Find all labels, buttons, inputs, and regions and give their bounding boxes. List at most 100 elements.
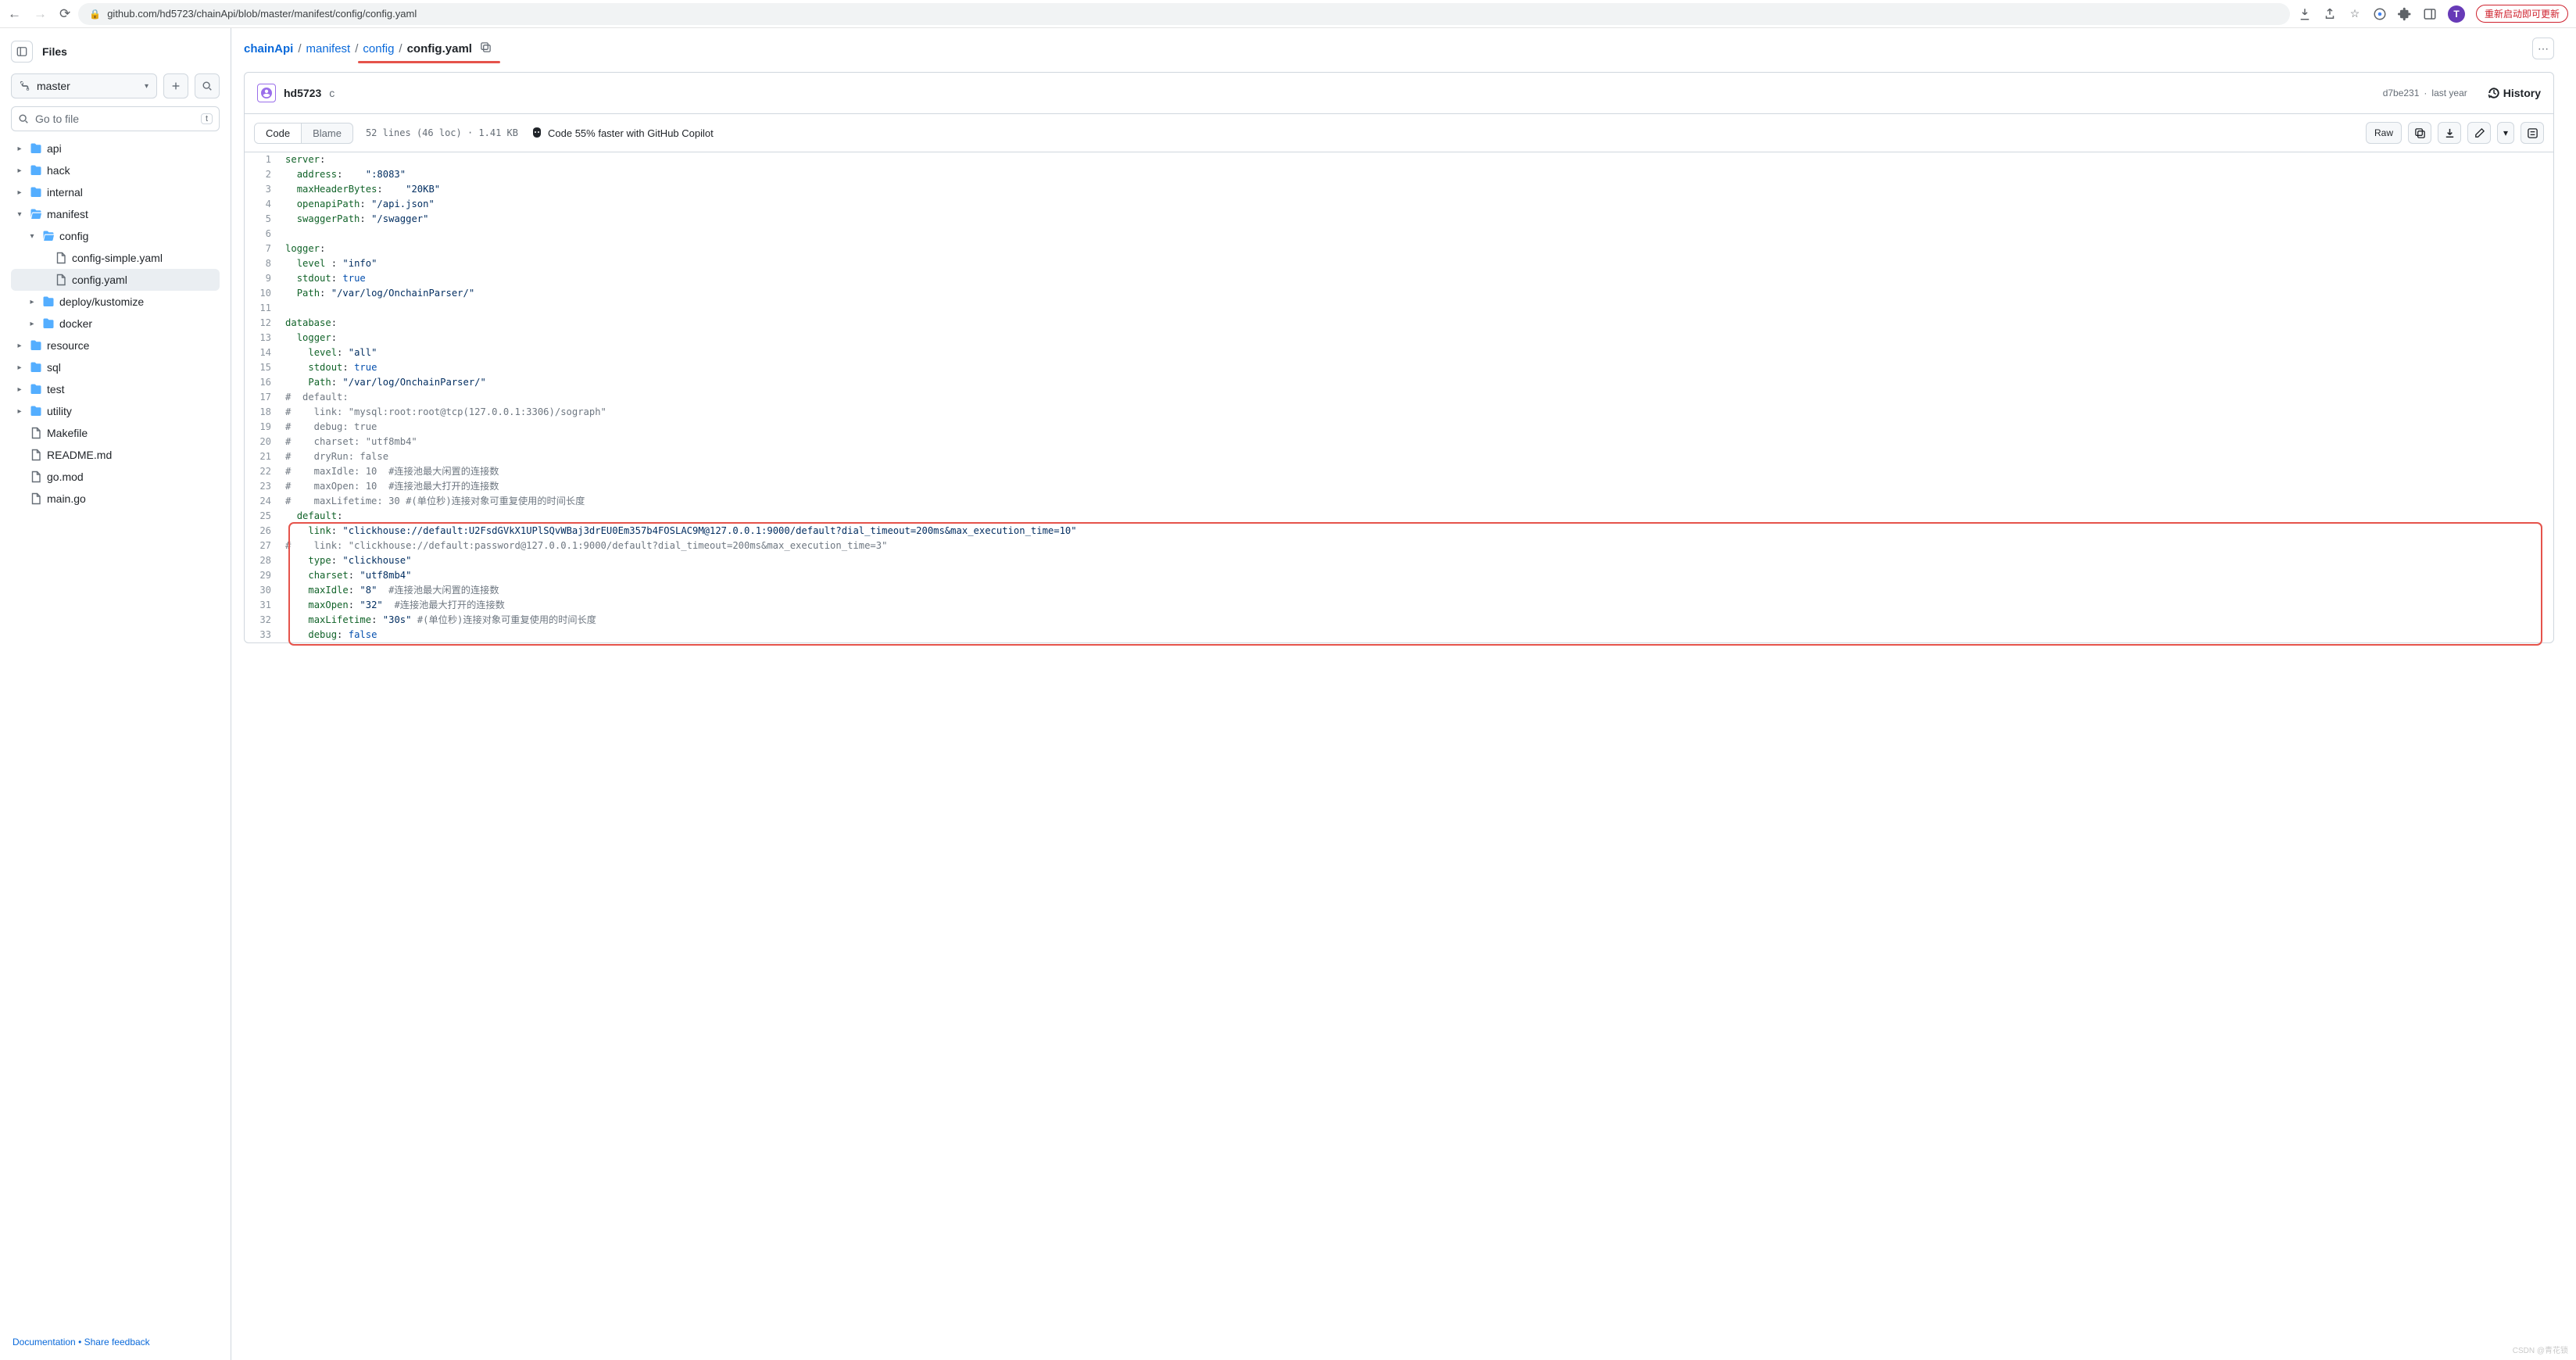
line-content[interactable]: # link: "clickhouse://default:password@1… [285, 539, 2553, 553]
copy-button[interactable] [2408, 122, 2431, 144]
line-number[interactable]: 15 [245, 360, 285, 375]
code-line[interactable]: 32 maxLifetime: "30s" #(单位秒)连接对象可重复使用的时间… [245, 613, 2553, 628]
code-line[interactable]: 29 charset: "utf8mb4" [245, 568, 2553, 583]
author-avatar[interactable] [257, 84, 276, 102]
line-number[interactable]: 26 [245, 524, 285, 539]
line-content[interactable]: stdout: true [285, 271, 2553, 286]
download-button[interactable] [2438, 122, 2461, 144]
line-content[interactable] [285, 301, 2553, 316]
copy-path-button[interactable] [480, 41, 492, 55]
line-content[interactable]: Path: "/var/log/OnchainParser/" [285, 286, 2553, 301]
line-number[interactable]: 27 [245, 539, 285, 553]
line-number[interactable]: 13 [245, 331, 285, 345]
code-line[interactable]: 2 address: ":8083" [245, 167, 2553, 182]
line-number[interactable]: 28 [245, 553, 285, 568]
update-pill[interactable]: 重新启动即可更新 [2476, 5, 2568, 23]
line-number[interactable]: 24 [245, 494, 285, 509]
line-number[interactable]: 25 [245, 509, 285, 524]
line-content[interactable]: # default: [285, 390, 2553, 405]
tree-folder[interactable]: ▾manifest [11, 203, 220, 225]
line-number[interactable]: 1 [245, 152, 285, 167]
line-number[interactable]: 32 [245, 613, 285, 628]
code-line[interactable]: 24# maxLifetime: 30 #(单位秒)连接对象可重复使用的时间长度 [245, 494, 2553, 509]
code-line[interactable]: 4 openapiPath: "/api.json" [245, 197, 2553, 212]
line-number[interactable]: 4 [245, 197, 285, 212]
code-line[interactable]: 3 maxHeaderBytes: "20KB" [245, 182, 2553, 197]
line-number[interactable]: 6 [245, 227, 285, 242]
line-content[interactable]: maxIdle: "8" #连接池最大闲置的连接数 [285, 583, 2553, 598]
code-line[interactable]: 16 Path: "/var/log/OnchainParser/" [245, 375, 2553, 390]
line-content[interactable]: charset: "utf8mb4" [285, 568, 2553, 583]
tree-folder[interactable]: ▸docker [11, 313, 220, 335]
code-line[interactable]: 22# maxIdle: 10 #连接池最大闲置的连接数 [245, 464, 2553, 479]
line-content[interactable]: maxHeaderBytes: "20KB" [285, 182, 2553, 197]
panel-icon[interactable] [2423, 7, 2437, 21]
history-button[interactable]: History [2488, 87, 2541, 99]
code-line[interactable]: 13 logger: [245, 331, 2553, 345]
tree-file[interactable]: config-simple.yaml [11, 247, 220, 269]
tree-folder[interactable]: ▸utility [11, 400, 220, 422]
line-content[interactable]: swaggerPath: "/swagger" [285, 212, 2553, 227]
line-content[interactable]: # maxOpen: 10 #连接池最大打开的连接数 [285, 479, 2553, 494]
line-number[interactable]: 7 [245, 242, 285, 256]
tree-file[interactable]: go.mod [11, 466, 220, 488]
code-line[interactable]: 27# link: "clickhouse://default:password… [245, 539, 2553, 553]
tree-folder[interactable]: ▸deploy/kustomize [11, 291, 220, 313]
line-number[interactable]: 2 [245, 167, 285, 182]
feedback-link[interactable]: Share feedback [84, 1337, 150, 1347]
line-content[interactable]: maxLifetime: "30s" #(单位秒)连接对象可重复使用的时间长度 [285, 613, 2553, 628]
line-number[interactable]: 33 [245, 628, 285, 642]
line-content[interactable]: logger: [285, 242, 2553, 256]
line-number[interactable]: 9 [245, 271, 285, 286]
line-content[interactable]: database: [285, 316, 2553, 331]
address-bar[interactable]: 🔒 github.com/hd5723/chainApi/blob/master… [78, 3, 2290, 25]
code-tab[interactable]: Code [255, 123, 302, 143]
commit-sha[interactable]: d7be231 [2383, 88, 2420, 98]
tree-folder[interactable]: ▸test [11, 378, 220, 400]
line-number[interactable]: 22 [245, 464, 285, 479]
line-content[interactable]: # maxIdle: 10 #连接池最大闲置的连接数 [285, 464, 2553, 479]
code-line[interactable]: 21# dryRun: false [245, 449, 2553, 464]
line-content[interactable]: address: ":8083" [285, 167, 2553, 182]
line-number[interactable]: 30 [245, 583, 285, 598]
code-line[interactable]: 12database: [245, 316, 2553, 331]
commit-message[interactable]: c [329, 87, 335, 99]
line-number[interactable]: 20 [245, 435, 285, 449]
copilot-promo[interactable]: Code 55% faster with GitHub Copilot [531, 127, 714, 139]
line-number[interactable]: 5 [245, 212, 285, 227]
forward-icon[interactable]: → [34, 7, 47, 20]
line-number[interactable]: 12 [245, 316, 285, 331]
line-number[interactable]: 21 [245, 449, 285, 464]
add-file-button[interactable] [163, 73, 188, 98]
install-icon[interactable] [2298, 7, 2312, 21]
line-content[interactable]: Path: "/var/log/OnchainParser/" [285, 375, 2553, 390]
go-to-file-input[interactable]: Go to file t [11, 106, 220, 131]
line-number[interactable]: 16 [245, 375, 285, 390]
line-number[interactable]: 14 [245, 345, 285, 360]
code-table[interactable]: 1server:2 address: ":8083"3 maxHeaderByt… [245, 152, 2553, 642]
code-line[interactable]: 19# debug: true [245, 420, 2553, 435]
code-line[interactable]: 7logger: [245, 242, 2553, 256]
line-number[interactable]: 19 [245, 420, 285, 435]
code-line[interactable]: 17# default: [245, 390, 2553, 405]
line-number[interactable]: 23 [245, 479, 285, 494]
back-icon[interactable]: ← [8, 7, 21, 20]
code-line[interactable]: 30 maxIdle: "8" #连接池最大闲置的连接数 [245, 583, 2553, 598]
documentation-link[interactable]: Documentation [13, 1337, 76, 1347]
tree-folder[interactable]: ▸resource [11, 335, 220, 356]
extensions-icon[interactable] [2398, 7, 2412, 21]
blame-tab[interactable]: Blame [302, 123, 352, 143]
code-line[interactable]: 10 Path: "/var/log/OnchainParser/" [245, 286, 2553, 301]
code-line[interactable]: 5 swaggerPath: "/swagger" [245, 212, 2553, 227]
code-line[interactable]: 15 stdout: true [245, 360, 2553, 375]
tree-file[interactable]: README.md [11, 444, 220, 466]
line-number[interactable]: 8 [245, 256, 285, 271]
code-line[interactable]: 23# maxOpen: 10 #连接池最大打开的连接数 [245, 479, 2553, 494]
code-line[interactable]: 14 level: "all" [245, 345, 2553, 360]
line-content[interactable]: debug: false [285, 628, 2553, 642]
line-content[interactable]: type: "clickhouse" [285, 553, 2553, 568]
line-content[interactable]: # debug: true [285, 420, 2553, 435]
line-content[interactable]: server: [285, 152, 2553, 167]
code-line[interactable]: 26 link: "clickhouse://default:U2FsdGVkX… [245, 524, 2553, 539]
line-content[interactable]: # dryRun: false [285, 449, 2553, 464]
